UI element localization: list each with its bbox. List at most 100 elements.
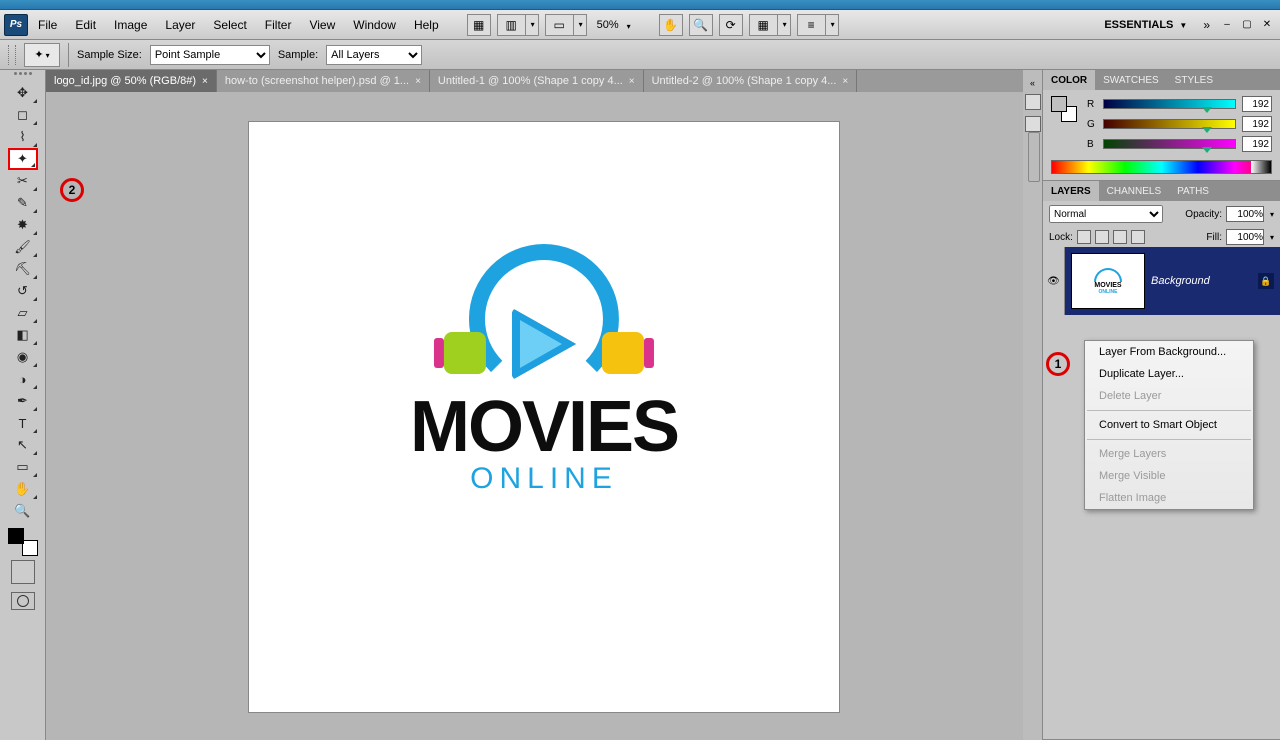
color-well[interactable]	[11, 560, 35, 584]
current-tool-icon[interactable]: ✦	[24, 43, 60, 67]
zoom-level[interactable]: 50%	[597, 19, 619, 31]
move-tool[interactable]: ✥	[8, 82, 38, 104]
menu-help[interactable]: Help	[406, 14, 447, 36]
menu-view[interactable]: View	[301, 14, 343, 36]
ctx-separator	[1087, 410, 1251, 411]
spectrum-ramp[interactable]	[1051, 160, 1272, 174]
sample-select[interactable]: All Layers	[326, 45, 422, 65]
tools-grip[interactable]	[3, 72, 43, 80]
panel-fgbg-swatch[interactable]	[1051, 96, 1077, 122]
tab-logo-id[interactable]: logo_id.jpg @ 50% (RGB/8#)×	[46, 70, 217, 92]
eraser-tool[interactable]: ▱	[8, 302, 38, 324]
lock-pixels-icon[interactable]	[1095, 230, 1109, 244]
dock-icon-1[interactable]	[1025, 94, 1041, 110]
visibility-toggle-icon[interactable]: 👁	[1043, 247, 1065, 315]
tab-close-icon[interactable]: ×	[629, 76, 635, 87]
tab-layers[interactable]: LAYERS	[1043, 181, 1099, 201]
zoom-tool[interactable]: 🔍	[8, 500, 38, 522]
extras-dropdown[interactable]: ▦	[749, 14, 791, 36]
b-slider[interactable]	[1103, 139, 1236, 149]
app-logo[interactable]: Ps	[4, 14, 28, 36]
dock-icon-2[interactable]	[1025, 116, 1041, 132]
menu-window[interactable]: Window	[345, 14, 404, 36]
fill-input[interactable]	[1226, 229, 1264, 245]
tab-howto[interactable]: how-to (screenshot helper).psd @ 1...×	[217, 70, 430, 92]
tab-channels[interactable]: CHANNELS	[1099, 181, 1169, 201]
lock-transparency-icon[interactable]	[1077, 230, 1091, 244]
tab-close-icon[interactable]: ×	[202, 76, 208, 87]
ctx-merge-visible: Merge Visible	[1085, 465, 1253, 487]
hand-tool[interactable]: ✋	[8, 478, 38, 500]
lock-position-icon[interactable]	[1113, 230, 1127, 244]
layer-row-background[interactable]: 👁 MOVIES ONLINE Background 🔒	[1043, 247, 1280, 315]
menu-filter[interactable]: Filter	[257, 14, 300, 36]
g-slider[interactable]	[1103, 119, 1236, 129]
blur-tool[interactable]: ◉	[8, 346, 38, 368]
blend-mode-select[interactable]: Normal	[1049, 205, 1163, 223]
tab-close-icon[interactable]: ×	[842, 76, 848, 87]
canvas-viewport[interactable]: MOVIES ONLINE	[46, 92, 1042, 740]
fill-caret-icon[interactable]	[1268, 232, 1274, 243]
opacity-input[interactable]	[1226, 206, 1264, 222]
menu-image[interactable]: Image	[106, 14, 155, 36]
tab-swatches[interactable]: SWATCHES	[1095, 70, 1167, 90]
tab-untitled2[interactable]: Untitled-2 @ 100% (Shape 1 copy 4...×	[644, 70, 858, 92]
lasso-tool[interactable]: ⌇	[8, 126, 38, 148]
gradient-tool[interactable]: ◧	[8, 324, 38, 346]
b-label: B	[1087, 139, 1097, 150]
ctx-convert-smart-object[interactable]: Convert to Smart Object	[1085, 414, 1253, 436]
pen-tool[interactable]: ✒	[8, 390, 38, 412]
options-grip[interactable]	[8, 45, 16, 65]
stamp-tool[interactable]: ⛏	[8, 258, 38, 280]
quick-mask-toggle[interactable]	[11, 592, 35, 610]
dock-expand-icon[interactable]: «	[1030, 78, 1035, 88]
crop-tool[interactable]: ✂	[8, 170, 38, 192]
zoom-tool-icon[interactable]: 🔍	[689, 14, 713, 36]
g-input[interactable]	[1242, 116, 1272, 132]
lock-all-icon[interactable]	[1131, 230, 1145, 244]
shape-tool[interactable]: ▭	[8, 456, 38, 478]
screen-mode-dropdown[interactable]: ▭	[545, 14, 587, 36]
tab-paths[interactable]: PATHS	[1169, 181, 1217, 201]
ctx-layer-from-background[interactable]: Layer From Background...	[1085, 341, 1253, 363]
sample-size-select[interactable]: Point Sample	[150, 45, 270, 65]
workspace-more-icon[interactable]: »	[1197, 18, 1216, 32]
healing-tool[interactable]: ✸	[8, 214, 38, 236]
layer-thumbnail[interactable]: MOVIES ONLINE	[1071, 253, 1145, 309]
minimize-icon[interactable]: –	[1218, 19, 1236, 30]
workspace-switcher[interactable]: ESSENTIALS	[1096, 15, 1195, 35]
zoom-dropdown-icon[interactable]	[625, 18, 631, 32]
ctx-duplicate-layer[interactable]: Duplicate Layer...	[1085, 363, 1253, 385]
tab-color[interactable]: COLOR	[1043, 70, 1095, 90]
layer-name[interactable]: Background	[1151, 275, 1258, 287]
rotate-view-icon[interactable]: ⟳	[719, 14, 743, 36]
opacity-caret-icon[interactable]	[1268, 209, 1274, 220]
history-brush-tool[interactable]: ↺	[8, 280, 38, 302]
menu-select[interactable]: Select	[205, 14, 254, 36]
b-input[interactable]	[1242, 136, 1272, 152]
close-icon[interactable]: ✕	[1258, 19, 1276, 30]
r-slider[interactable]	[1103, 99, 1236, 109]
dodge-tool[interactable]: ◑	[8, 368, 38, 390]
tab-untitled1[interactable]: Untitled-1 @ 100% (Shape 1 copy 4...×	[430, 70, 644, 92]
restore-icon[interactable]: ▢	[1238, 19, 1256, 30]
hand-icon[interactable]: ✋	[659, 14, 683, 36]
brush-tool[interactable]: 🖌	[8, 236, 38, 258]
marquee-tool[interactable]: ◻	[8, 104, 38, 126]
bridge-icon[interactable]: ▦	[467, 14, 491, 36]
menu-edit[interactable]: Edit	[67, 14, 104, 36]
menu-file[interactable]: File	[30, 14, 65, 36]
menu-layer[interactable]: Layer	[157, 14, 203, 36]
canvas[interactable]: MOVIES ONLINE	[249, 122, 839, 712]
path-select-tool[interactable]: ↖	[8, 434, 38, 456]
tab-styles[interactable]: STYLES	[1167, 70, 1221, 90]
foreground-background-swatch[interactable]	[8, 528, 38, 556]
r-input[interactable]	[1242, 96, 1272, 112]
vertical-scrollbar-thumb[interactable]	[1028, 132, 1040, 182]
guides-dropdown[interactable]: ≡	[797, 14, 839, 36]
magic-wand-tool[interactable]: ✦	[8, 148, 38, 170]
arrange-docs-dropdown[interactable]: ▥	[497, 14, 539, 36]
tab-close-icon[interactable]: ×	[415, 76, 421, 87]
eyedropper-tool[interactable]: ✎	[8, 192, 38, 214]
type-tool[interactable]: T	[8, 412, 38, 434]
